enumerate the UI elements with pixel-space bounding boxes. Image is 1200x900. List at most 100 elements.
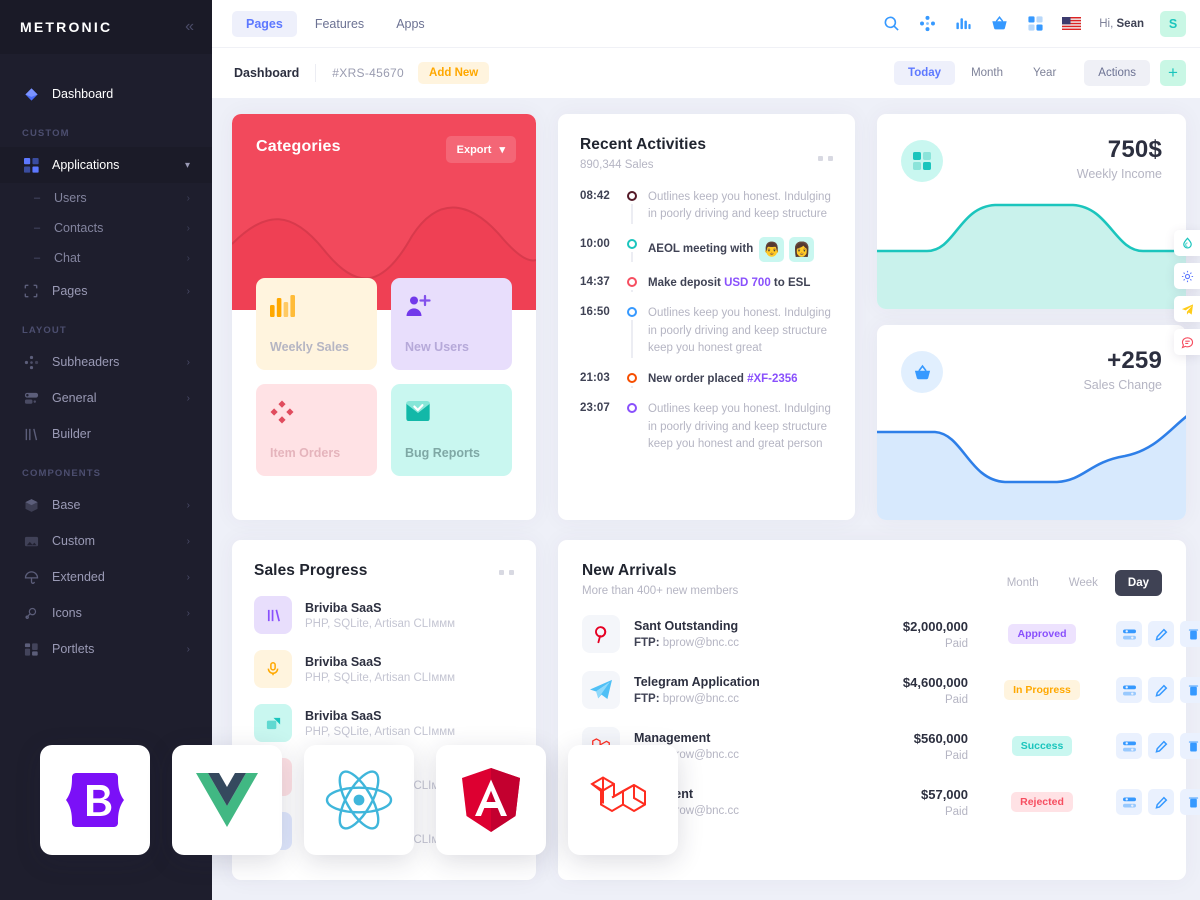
recent-activities-card: Recent Activities 890,344 Sales 08:42 Ou… <box>558 114 855 520</box>
tab-features[interactable]: Features <box>301 11 378 37</box>
pencil-icon[interactable] <box>1148 733 1174 759</box>
chat-icon[interactable] <box>1174 329 1200 355</box>
item-name: Briviba SaaS <box>305 708 382 723</box>
activities-column: Recent Activities 890,344 Sales 08:42 Ou… <box>558 114 855 520</box>
sidebar-item-portlets[interactable]: Portlets › <box>0 631 212 667</box>
actions-button[interactable]: Actions <box>1084 60 1150 86</box>
row-actions <box>1116 789 1200 815</box>
amount-value: $2,000,000 <box>902 618 968 634</box>
avatar[interactable]: S <box>1160 10 1186 37</box>
sidebar-item-dashboard[interactable]: Dashboard <box>0 76 212 112</box>
sidebar-item-base[interactable]: Base › <box>0 487 212 523</box>
chevron-double-left-icon[interactable]: « <box>185 19 194 35</box>
flag-us-icon[interactable] <box>1061 14 1081 34</box>
list-item[interactable]: Briviba SaaS PHP, SQLite, Artisan CLIммм <box>254 650 514 688</box>
sidebar-item-label: Users <box>54 191 87 205</box>
tab-apps[interactable]: Apps <box>382 11 439 37</box>
sidebar-item-label: Builder <box>52 427 91 441</box>
tile-bug-reports[interactable]: Bug Reports <box>391 384 512 476</box>
filter-month[interactable]: Month <box>957 61 1017 85</box>
tab-pages[interactable]: Pages <box>232 10 297 37</box>
add-button[interactable]: + <box>1160 60 1186 86</box>
sidebar-item-applications[interactable]: Applications ▾ <box>0 147 212 183</box>
trash-icon[interactable] <box>1180 733 1200 759</box>
pinterest-icon <box>582 615 620 653</box>
send-icon[interactable] <box>1174 296 1200 322</box>
sidebar-item-label: Contacts <box>54 221 104 235</box>
sidebar-item-custom[interactable]: Custom › <box>0 523 212 559</box>
stat-value-block: 750$ Weekly Income <box>1077 136 1162 181</box>
grid-squares-icon[interactable] <box>1025 14 1045 34</box>
droplet-icon[interactable] <box>1174 230 1200 256</box>
timeline-item: 21:03 New order placed #XF-2356 <box>580 371 833 401</box>
row-status: In Progress <box>982 680 1102 700</box>
timeline-item: 10:00 AEOL meeting with 👨 👩 <box>580 236 833 275</box>
sliders-icon[interactable] <box>1116 677 1142 703</box>
categories-card: Categories Export ▾ Weekly Sales New Use… <box>232 114 536 520</box>
more-dots-icon[interactable] <box>499 570 514 575</box>
sliders-icon[interactable] <box>1116 733 1142 759</box>
connect-icon[interactable] <box>917 14 937 34</box>
sliders-icon[interactable] <box>1116 621 1142 647</box>
breadcrumb: Dashboard <box>234 66 300 80</box>
row-ftp: FTP: bprow@bnc.cc <box>634 693 834 705</box>
pencil-icon[interactable] <box>1148 789 1174 815</box>
tile-label: New Users <box>405 340 469 354</box>
sidebar-item-label: Custom <box>52 534 96 548</box>
pencil-icon[interactable] <box>1148 677 1174 703</box>
range-week[interactable]: Week <box>1056 570 1111 596</box>
tile-new-users[interactable]: New Users <box>391 278 512 370</box>
ticket-id: #XRS-45670 <box>332 66 405 80</box>
box-icon <box>22 496 40 514</box>
chart-bars-icon[interactable] <box>953 14 973 34</box>
sidebar-item-chat[interactable]: – Chat › <box>0 243 212 273</box>
list-item[interactable]: Briviba SaaS PHP, SQLite, Artisan CLIммм <box>254 704 514 742</box>
pencil-icon[interactable] <box>1148 621 1174 647</box>
sliders-icon[interactable] <box>1116 789 1142 815</box>
timeline-text-after: to ESL <box>770 276 811 289</box>
tile-weekly-sales[interactable]: Weekly Sales <box>256 278 377 370</box>
sidebar-item-general[interactable]: General › <box>0 380 212 416</box>
gear-icon[interactable] <box>1174 263 1200 289</box>
angular-logo <box>436 745 546 855</box>
sidebar-item-users[interactable]: – Users › <box>0 183 212 213</box>
table-row: Telegram Application FTP: bprow@bnc.cc $… <box>582 671 1200 709</box>
greeting-prefix: Hi, <box>1099 17 1114 30</box>
amount-value: $560,000 <box>913 730 968 746</box>
sidebar-item-contacts[interactable]: – Contacts › <box>0 213 212 243</box>
categories-column: Categories Export ▾ Weekly Sales New Use… <box>232 114 536 520</box>
trash-icon[interactable] <box>1180 789 1200 815</box>
sidebar-item-pages[interactable]: Pages › <box>0 273 212 309</box>
chevron-right-icon: › <box>186 571 190 583</box>
export-label: Export <box>456 143 492 156</box>
range-day[interactable]: Day <box>1114 570 1162 596</box>
sidebar-item-label: Icons <box>52 606 82 620</box>
topbar: Pages Features Apps Hi, Sean S <box>212 0 1200 47</box>
row-info: Telegram Application FTP: bprow@bnc.cc <box>634 675 834 705</box>
amount-value: $57,000 <box>921 786 968 802</box>
tile-item-orders[interactable]: Item Orders <box>256 384 377 476</box>
sidebar-item-extended[interactable]: Extended › <box>0 559 212 595</box>
row-status: Success <box>982 736 1102 756</box>
range-month[interactable]: Month <box>994 570 1052 596</box>
row-actions <box>1116 677 1200 703</box>
sidebar-item-icons[interactable]: Icons › <box>0 595 212 631</box>
sidebar-item-builder[interactable]: Builder <box>0 416 212 452</box>
filter-year[interactable]: Year <box>1019 61 1070 85</box>
greeting: Hi, Sean <box>1099 18 1144 30</box>
export-button[interactable]: Export ▾ <box>445 136 516 163</box>
trash-icon[interactable] <box>1180 621 1200 647</box>
item-desc: PHP, SQLite, Artisan CLIммм <box>305 671 456 684</box>
more-dots-icon[interactable] <box>818 156 833 161</box>
search-icon[interactable] <box>881 14 901 34</box>
trash-icon[interactable] <box>1180 677 1200 703</box>
sidebar-item-subheaders[interactable]: Subheaders › <box>0 344 212 380</box>
basket-icon[interactable] <box>989 14 1009 34</box>
row-amount: $57,000 Paid <box>848 787 968 818</box>
card-title: Recent Activities <box>580 136 707 153</box>
add-new-button[interactable]: Add New <box>418 62 490 84</box>
grid-icon <box>22 156 40 174</box>
avatar-face: 👩 <box>789 236 815 262</box>
filter-today[interactable]: Today <box>894 61 956 85</box>
list-item[interactable]: Briviba SaaS PHP, SQLite, Artisan CLIммм <box>254 596 514 634</box>
